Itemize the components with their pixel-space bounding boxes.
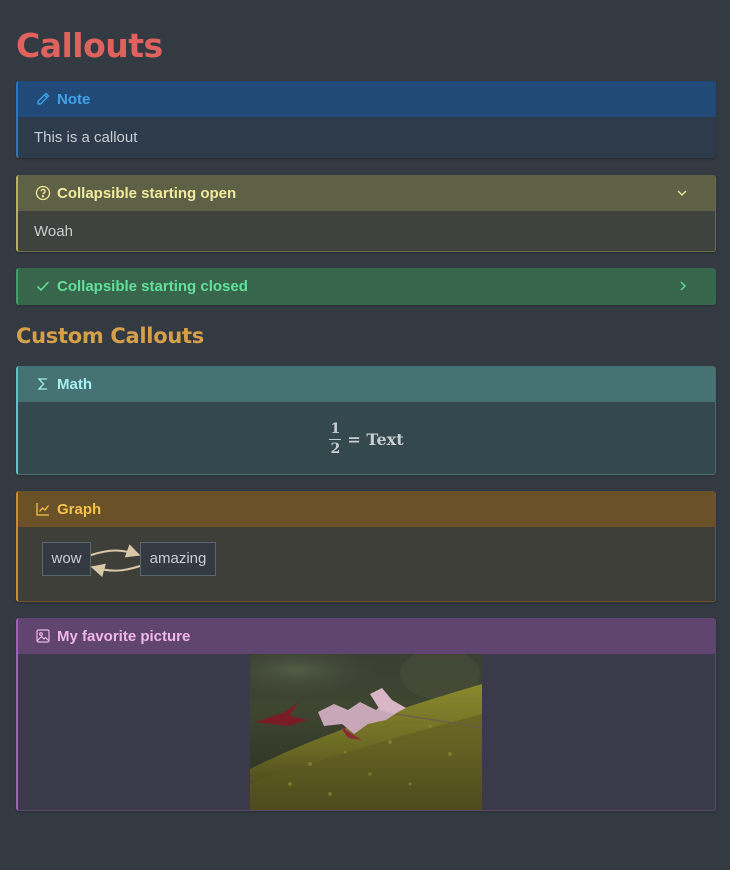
callout-open-title: Collapsible starting open [57, 184, 237, 202]
callout-note: Note This is a callout [16, 81, 716, 158]
callout-note-body: This is a callout [34, 129, 138, 146]
callout-math-title: Math [57, 375, 92, 393]
graph-node-wow[interactable]: wow [42, 542, 91, 576]
chevron-down-icon[interactable] [675, 186, 689, 200]
callout-note-header: Note [18, 81, 716, 117]
callout-picture-header: My favorite picture [18, 618, 715, 654]
line-chart-icon [34, 500, 52, 518]
callout-math-body: 1 2 = Text [18, 402, 715, 474]
pencil-icon [34, 90, 52, 108]
formula-rhs: = Text [347, 429, 404, 449]
leaf-photo [250, 654, 482, 810]
check-icon [34, 277, 52, 295]
fraction: 1 2 [329, 420, 342, 459]
fraction-numerator: 1 [330, 420, 341, 437]
callout-graph-body: wow amazing [18, 527, 715, 601]
math-formula: 1 2 = Text [329, 420, 404, 459]
graph-edges [90, 544, 141, 578]
callout-collapsible-closed: Collapsible starting closed [16, 268, 716, 305]
callout-picture-body [18, 654, 715, 810]
page-title: Callouts [16, 26, 163, 65]
image-icon [34, 627, 52, 645]
callout-closed-title: Collapsible starting closed [57, 277, 248, 295]
callout-picture-title: My favorite picture [57, 627, 191, 645]
edge-amazing-to-wow [90, 563, 141, 578]
callout-graph-header: Graph [18, 491, 715, 527]
callout-math-header: Math [18, 366, 715, 402]
callout-note-title: Note [57, 90, 91, 108]
custom-callouts-heading: Custom Callouts [16, 324, 204, 348]
callout-graph: Graph wow amazing [16, 491, 716, 602]
callout-open-body: Woah [34, 223, 73, 240]
chevron-right-icon[interactable] [676, 279, 690, 293]
callout-closed-header[interactable]: Collapsible starting closed [18, 268, 716, 304]
callout-graph-title: Graph [57, 500, 102, 518]
fraction-denominator: 2 [330, 440, 341, 457]
callout-math: Math 1 2 = Text [16, 366, 716, 475]
edge-wow-to-amazing [90, 544, 141, 558]
graph-node-amazing[interactable]: amazing [140, 542, 216, 576]
callout-picture: My favorite picture [16, 618, 716, 811]
sigma-icon [34, 375, 52, 393]
callout-collapsible-open: Collapsible starting open Woah [16, 175, 716, 252]
question-circle-icon [34, 184, 52, 202]
callout-open-header[interactable]: Collapsible starting open [18, 175, 715, 211]
